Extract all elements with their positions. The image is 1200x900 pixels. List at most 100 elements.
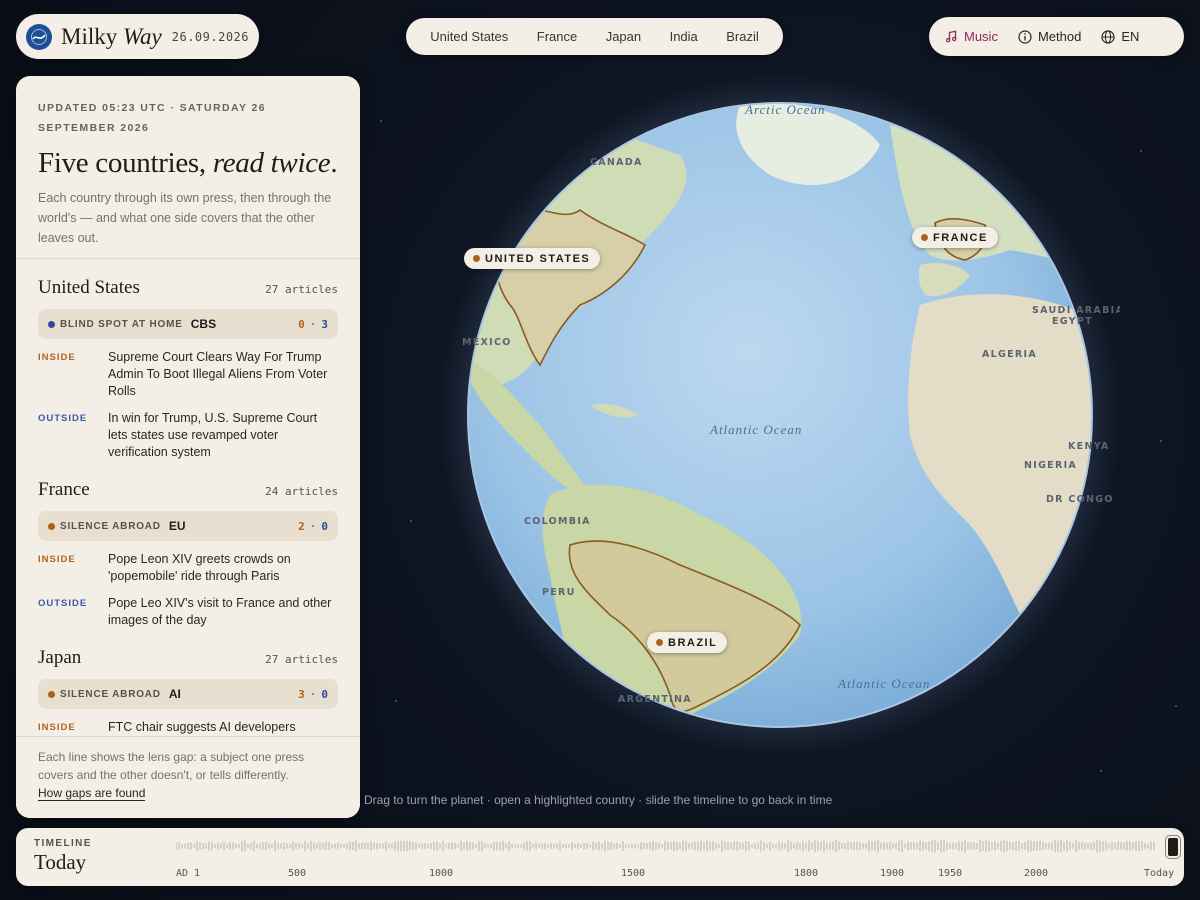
label-argentina: ARGENTINA — [618, 694, 692, 705]
label-mexico: MEXICO — [462, 337, 512, 348]
section-japan: Japan 27 articles SILENCE ABROAD AI 3 · 0 … — [16, 647, 360, 736]
tools-pill: Music Method EN — [929, 17, 1184, 56]
gap-badge[interactable]: SILENCE ABROAD AI 3 · 0 — [38, 679, 338, 709]
pin-united-states[interactable]: UNITED STATES — [464, 248, 601, 269]
badge-topic: EU — [168, 519, 186, 533]
section-title[interactable]: France — [38, 479, 90, 501]
panel-header: UPDATED 05:23 UTC · SATURDAY 26 SEPTEMBE… — [16, 76, 360, 259]
inside-row[interactable]: INSIDE Supreme Court Clears Way For Trum… — [38, 349, 338, 400]
article-count: 24 articles — [265, 485, 338, 498]
label-egypt: EGYPT — [1052, 316, 1093, 327]
badge-label: BLIND SPOT AT HOME — [60, 318, 183, 330]
pin-dot — [921, 234, 928, 241]
music-note-icon — [946, 30, 957, 43]
tick-today: Today — [1144, 868, 1175, 879]
pin-label: BRAZIL — [668, 636, 718, 649]
tick-1900: 1900 — [880, 868, 905, 879]
nav-united-states[interactable]: United States — [430, 29, 508, 44]
pin-label: FRANCE — [933, 231, 988, 244]
timeline-label: TIMELINE — [34, 838, 92, 849]
label-dr-congo: DR CONGO — [1046, 494, 1114, 505]
badge-topic: AI — [168, 687, 181, 701]
nav-india[interactable]: India — [670, 29, 698, 44]
tick-ad1: AD 1 — [176, 868, 201, 879]
timeline-track[interactable] — [176, 838, 1166, 854]
timeline-handle[interactable] — [1166, 836, 1180, 858]
brand-name: Milky Way — [61, 23, 162, 49]
label-canada: CANADA — [590, 157, 643, 168]
pin-label: UNITED STATES — [485, 252, 591, 265]
label-nigeria: NIGERIA — [1024, 460, 1077, 471]
timeline: TIMELINE Today AD 1 500 1000 1500 1800 1… — [16, 828, 1184, 886]
outside-label: OUTSIDE — [38, 598, 88, 609]
timeline-value: Today — [34, 850, 87, 874]
tick-1800: 1800 — [794, 868, 819, 879]
country-nav: United States France Japan India Brazil — [406, 18, 783, 55]
tick-1950: 1950 — [938, 868, 963, 879]
music-button[interactable]: Music — [945, 29, 998, 44]
globe[interactable]: CANADA MEXICO COLOMBIA PERU ARGENTINA AL… — [440, 75, 1123, 755]
outside-label: OUTSIDE — [38, 413, 88, 424]
how-gaps-found-link[interactable]: How gaps are found — [38, 786, 146, 801]
section-title[interactable]: United States — [38, 277, 140, 299]
badge-label: SILENCE ABROAD — [60, 688, 161, 700]
method-label: Method — [1037, 29, 1082, 44]
panel-footer: Each line shows the lens gap: a subject … — [16, 736, 360, 818]
outside-row[interactable]: OUTSIDE In win for Trump, U.S. Supreme C… — [38, 410, 338, 461]
label-colombia: COLOMBIA — [524, 516, 591, 527]
pin-dot — [656, 639, 663, 646]
outside-headline: In win for Trump, U.S. Supreme Court let… — [108, 411, 318, 459]
badge-label: SILENCE ABROAD — [60, 520, 161, 532]
pin-brazil[interactable]: BRAZIL — [647, 632, 728, 653]
info-icon — [1018, 29, 1032, 44]
tick-1000: 1000 — [429, 868, 454, 879]
inside-row[interactable]: INSIDE Pope Leon XIV greets crowds on 'p… — [38, 551, 338, 585]
pin-france[interactable]: FRANCE — [912, 227, 998, 248]
section-title[interactable]: Japan — [38, 647, 81, 669]
language-label: EN — [1121, 29, 1140, 44]
label-saudi-arabia: SAUDI ARABIA — [1032, 305, 1120, 316]
section-france: France 24 articles SILENCE ABROAD EU 2 · 0… — [16, 479, 360, 629]
gap-badge[interactable]: SILENCE ABROAD EU 2 · 0 — [38, 511, 338, 541]
tick-500: 500 — [288, 868, 307, 879]
tick-1500: 1500 — [621, 868, 646, 879]
article-count: 27 articles — [265, 283, 338, 296]
label-atlantic-ocean-north: Atlantic Ocean — [709, 422, 802, 437]
outside-row[interactable]: OUTSIDE Pope Leo XIV's visit to France a… — [38, 595, 338, 629]
inside-row[interactable]: INSIDE FTC chair suggests AI developers — [38, 719, 338, 736]
inside-headline: Pope Leon XIV greets crowds on 'popemobi… — [108, 552, 291, 583]
nav-japan[interactable]: Japan — [606, 29, 641, 44]
nav-brazil[interactable]: Brazil — [726, 29, 759, 44]
panel-headline: Five countries, read twice. — [38, 147, 338, 179]
label-kenya: KENYA — [1068, 441, 1110, 452]
brand-pill[interactable]: Milky Way 26.09.2026 — [16, 14, 259, 59]
method-button[interactable]: Method — [1018, 29, 1081, 44]
brand-date: 26.09.2026 — [171, 29, 249, 44]
tick-2000: 2000 — [1024, 868, 1049, 879]
inside-headline: FTC chair suggests AI developers — [108, 720, 296, 734]
music-label: Music — [964, 29, 998, 44]
nav-france[interactable]: France — [537, 29, 577, 44]
badge-dot — [48, 690, 55, 698]
news-panel: UPDATED 05:23 UTC · SATURDAY 26 SEPTEMBE… — [16, 76, 360, 818]
inside-headline: Supreme Court Clears Way For Trump Admin… — [108, 350, 328, 398]
outside-headline: Pope Leo XIV's visit to France and other… — [108, 596, 332, 627]
language-button[interactable]: EN — [1101, 29, 1139, 44]
globe-logo-icon — [26, 23, 52, 50]
label-arctic-ocean: Arctic Ocean — [744, 102, 825, 117]
badge-counts: 0 · 3 — [298, 317, 328, 331]
badge-counts: 2 · 0 — [298, 519, 328, 533]
badge-dot — [48, 320, 55, 328]
badge-counts: 3 · 0 — [298, 687, 328, 701]
badge-dot — [48, 522, 55, 530]
pin-dot — [473, 255, 480, 262]
panel-intro: Each country through its own press, then… — [38, 191, 332, 245]
article-count: 27 articles — [265, 653, 338, 666]
label-atlantic-ocean-south: Atlantic Ocean — [837, 676, 930, 691]
gap-badge[interactable]: BLIND SPOT AT HOME CBS 0 · 3 — [38, 309, 338, 339]
label-peru: PERU — [542, 587, 576, 598]
inside-label: INSIDE — [38, 554, 76, 565]
inside-label: INSIDE — [38, 352, 76, 363]
footer-explainer: Each line shows the lens gap: a subject … — [38, 750, 305, 782]
inside-label: INSIDE — [38, 722, 76, 733]
